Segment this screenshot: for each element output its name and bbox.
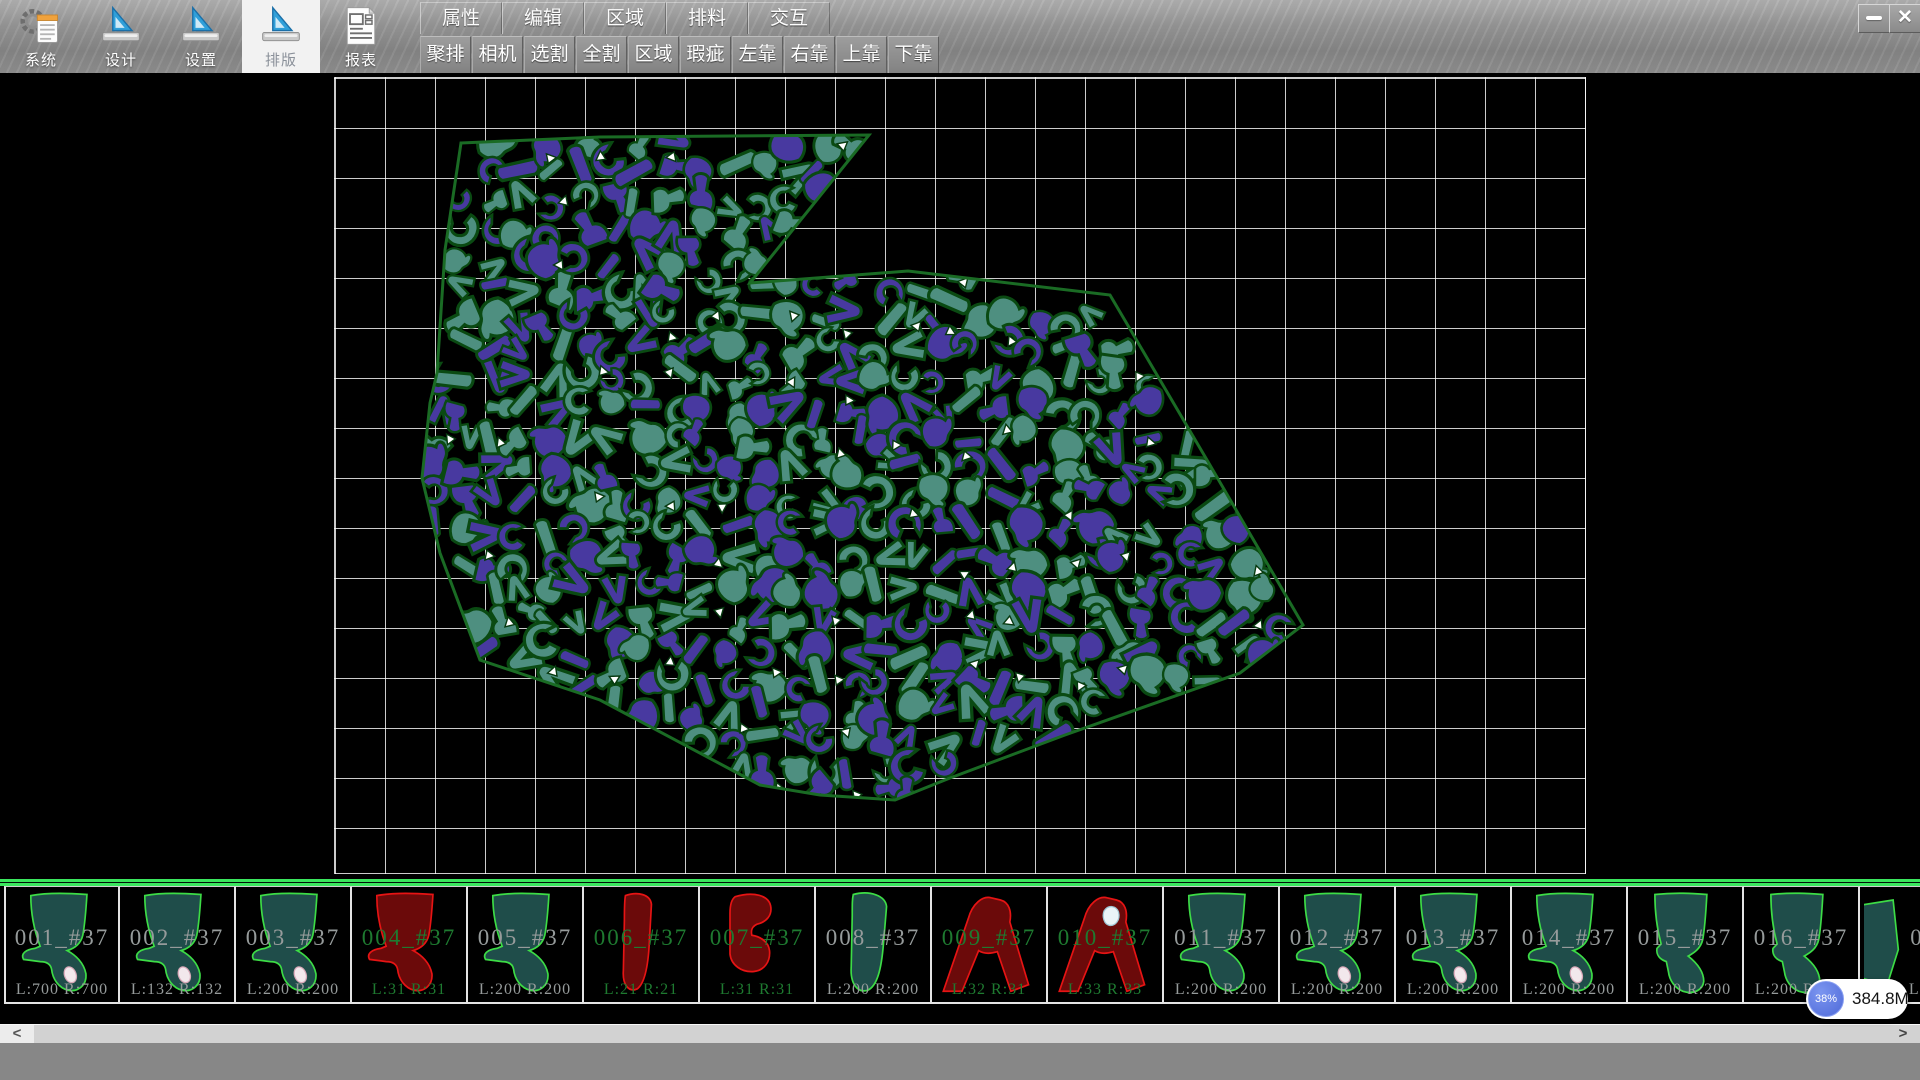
horizontal-scrollbar[interactable]: < > xyxy=(0,1024,1920,1043)
thumbnail-9[interactable]: 009_#37 L:32 R:31 xyxy=(932,886,1048,1004)
design-icon xyxy=(99,4,143,48)
toolbar-button-4[interactable]: 排版 xyxy=(242,0,320,73)
memory-value: 384.8M xyxy=(1852,979,1920,1019)
menu-tab-bar: 属性编辑区域排料交互 xyxy=(420,2,830,33)
thumbnail-4[interactable]: 004_#37 L:31 R:31 xyxy=(352,886,468,1004)
menu-tab-3[interactable]: 区域 xyxy=(584,2,666,34)
memory-badge[interactable]: 38% 384.8M xyxy=(1806,979,1908,1019)
thumbnail-10[interactable]: 010_#37 L:33 R:33 xyxy=(1048,886,1164,1004)
memory-percent-indicator: 38% xyxy=(1808,981,1844,1017)
scroll-right-icon: > xyxy=(1899,1025,1908,1042)
thumb-lr-label: L:21 R:21 xyxy=(584,981,698,999)
toolbar-button-label: 报表 xyxy=(322,49,400,70)
tool-button-1[interactable]: 聚排 xyxy=(420,36,471,74)
thumbnail-2[interactable]: 002_#37 L:132 R:132 xyxy=(120,886,236,1004)
thumb-lr-label: L:200 R:200 xyxy=(1280,981,1394,999)
nested-pieces xyxy=(405,118,1298,812)
strip-separator xyxy=(0,879,1920,886)
leather-hide-drawing xyxy=(0,73,1920,879)
tool-button-5[interactable]: 区域 xyxy=(628,36,679,74)
tool-button-7[interactable]: 左靠 xyxy=(732,36,783,74)
titlebar[interactable]: 系统设计设置排版报表 属性编辑区域排料交互 聚排相机选割全割区域瑕疵左靠右靠上靠… xyxy=(0,0,1920,74)
toolbar-button-2[interactable]: 设计 xyxy=(82,0,160,73)
thumb-id-label: 016_#37 xyxy=(1744,925,1858,951)
thumb-id-label: 008_#37 xyxy=(816,925,930,951)
thumb-lr-label: L:200 R:200 xyxy=(1396,981,1510,999)
status-bar xyxy=(0,1043,1920,1080)
system-icon xyxy=(19,4,63,48)
thumbnail-3[interactable]: 003_#37 L:200 R:200 xyxy=(236,886,352,1004)
thumb-lr-label: L:33 R:33 xyxy=(1048,981,1162,999)
menu-tab-2[interactable]: 编辑 xyxy=(502,2,584,34)
thumb-id-label: 010_#37 xyxy=(1048,925,1162,951)
toolbar-button-label: 排版 xyxy=(242,49,320,70)
thumbnail-12[interactable]: 012_#37 L:200 R:200 xyxy=(1280,886,1396,1004)
thumb-lr-label: L:200 R:200 xyxy=(1628,981,1742,999)
thumbnail-11[interactable]: 011_#37 L:200 R:200 xyxy=(1164,886,1280,1004)
thumbnail-13[interactable]: 013_#37 L:200 R:200 xyxy=(1396,886,1512,1004)
toolbar-button-label: 系统 xyxy=(2,49,80,70)
thumb-lr-label: L:200 R:200 xyxy=(816,981,930,999)
thumb-id-label: 006_#37 xyxy=(584,925,698,951)
thumb-lr-label: L:700 R:700 xyxy=(6,981,118,999)
menu-tab-4[interactable]: 排料 xyxy=(666,2,748,34)
settings-icon xyxy=(179,4,223,48)
thumb-id-label: 0 xyxy=(1860,925,1920,951)
tool-button-10[interactable]: 下靠 xyxy=(888,36,939,74)
layout-icon xyxy=(259,4,303,48)
thumb-lr-label: L:31 R:31 xyxy=(700,981,814,999)
toolbar-button-5[interactable]: 报表 xyxy=(322,0,400,73)
thumbnail-1[interactable]: 001_#37 L:700 R:700 xyxy=(4,886,120,1004)
menu-tab-5[interactable]: 交互 xyxy=(748,2,830,34)
nesting-canvas[interactable] xyxy=(0,73,1920,879)
close-icon: ✕ xyxy=(1897,7,1913,28)
thumb-id-label: 011_#37 xyxy=(1164,925,1278,951)
minimize-button[interactable] xyxy=(1858,4,1890,33)
thumb-id-label: 004_#37 xyxy=(352,925,466,951)
toolbar-button-1[interactable]: 系统 xyxy=(2,0,80,73)
thumb-lr-label: L:31 R:31 xyxy=(352,981,466,999)
thumb-lr-label: L:132 R:132 xyxy=(120,981,234,999)
thumbnail-6[interactable]: 006_#37 L:21 R:21 xyxy=(584,886,700,1004)
report-icon xyxy=(339,4,383,48)
minimize-icon xyxy=(1866,16,1882,20)
thumb-lr-label: L:32 R:31 xyxy=(932,981,1046,999)
thumbnail-8[interactable]: 008_#37 L:200 R:200 xyxy=(816,886,932,1004)
toolbar-button-label: 设置 xyxy=(162,49,240,70)
tool-button-6[interactable]: 瑕疵 xyxy=(680,36,731,74)
thumb-id-label: 003_#37 xyxy=(236,925,350,951)
thumbnail-14[interactable]: 014_#37 L:200 R:200 xyxy=(1512,886,1628,1004)
thumb-id-label: 015_#37 xyxy=(1628,925,1742,951)
thumb-id-label: 014_#37 xyxy=(1512,925,1626,951)
tool-button-4[interactable]: 全割 xyxy=(576,36,627,74)
thumbnail-15[interactable]: 015_#37 L:200 R:200 xyxy=(1628,886,1744,1004)
thumb-lr-label: L:200 R:200 xyxy=(468,981,582,999)
scroll-right-button[interactable]: > xyxy=(1886,1025,1920,1043)
scroll-left-icon: < xyxy=(13,1025,22,1042)
thumbnail-7[interactable]: 007_#37 L:31 R:31 xyxy=(700,886,816,1004)
thumb-id-label: 009_#37 xyxy=(932,925,1046,951)
toolbar-button-label: 设计 xyxy=(82,49,160,70)
menu-tab-1[interactable]: 属性 xyxy=(420,2,502,34)
thumb-lr-label: L:200 R:200 xyxy=(236,981,350,999)
piece-thumbnail-strip: 001_#37L:700 R:700002_#37L:132 R:132003_… xyxy=(0,886,1920,1004)
tool-button-8[interactable]: 右靠 xyxy=(784,36,835,74)
thumb-id-label: 007_#37 xyxy=(700,925,814,951)
thumb-id-label: 012_#37 xyxy=(1280,925,1394,951)
tool-button-9[interactable]: 上靠 xyxy=(836,36,887,74)
application-window: 系统设计设置排版报表 属性编辑区域排料交互 聚排相机选割全割区域瑕疵左靠右靠上靠… xyxy=(0,0,1920,1080)
tool-button-3[interactable]: 选割 xyxy=(524,36,575,74)
thumb-lr-label: L:200 R:200 xyxy=(1512,981,1626,999)
scroll-left-button[interactable]: < xyxy=(0,1025,34,1043)
tool-button-bar: 聚排相机选割全割区域瑕疵左靠右靠上靠下靠 xyxy=(420,36,939,72)
thumb-id-label: 001_#37 xyxy=(6,925,118,951)
toolbar-button-3[interactable]: 设置 xyxy=(162,0,240,73)
close-button[interactable]: ✕ xyxy=(1889,4,1920,33)
thumb-lr-label: L:200 R:200 xyxy=(1164,981,1278,999)
thumb-id-label: 002_#37 xyxy=(120,925,234,951)
thumb-id-label: 005_#37 xyxy=(468,925,582,951)
thumb-id-label: 013_#37 xyxy=(1396,925,1510,951)
tool-button-2[interactable]: 相机 xyxy=(472,36,523,74)
thumbnail-5[interactable]: 005_#37 L:200 R:200 xyxy=(468,886,584,1004)
